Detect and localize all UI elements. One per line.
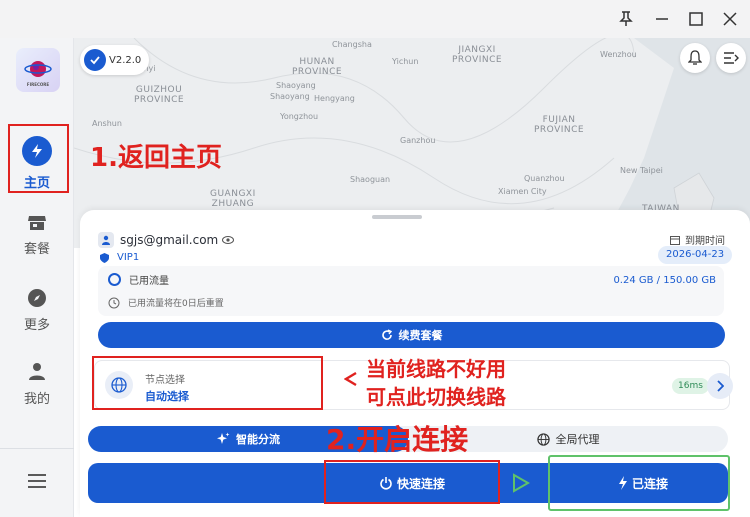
renew-plan-label: 续费套餐 <box>398 329 443 342</box>
play-arrow-icon <box>513 473 530 493</box>
refresh-icon <box>381 329 392 340</box>
reset-text: 已用流量将在0日后重置 <box>128 299 224 309</box>
app-logo: FIRECORE <box>16 48 60 92</box>
title-bar <box>0 0 750 38</box>
map-city-label: Anshun <box>92 119 122 128</box>
map-city-label: Hengyang <box>314 94 355 103</box>
check-icon <box>84 49 106 71</box>
sidebar-item-label: 套餐 <box>23 242 50 257</box>
map-region-label: HUNAN PROVINCE <box>292 57 343 77</box>
map-city-label: Xiamen City <box>498 187 547 196</box>
map-region-label: GUANGXI ZHUANG <box>210 189 256 209</box>
map-region-label: FUJIAN PROVINCE <box>534 115 585 135</box>
chevron-right-icon[interactable] <box>707 373 733 399</box>
traffic-row: 已用流量 <box>108 272 169 287</box>
expire-label-row: 到期时间 <box>670 232 725 247</box>
version-text: V2.2.0 <box>109 54 142 66</box>
annotation-box-connected <box>548 455 730 511</box>
map-city-label: Yichun <box>392 57 419 66</box>
map-city-label: Shaoguan <box>350 175 391 184</box>
notification-bell-icon[interactable] <box>680 43 710 73</box>
vip-level: VIP1 <box>117 252 140 263</box>
annotation-step1: 1.返回主页 <box>90 143 222 173</box>
planet-icon <box>24 61 52 77</box>
sidebar-item-more[interactable]: 更多 <box>0 288 74 333</box>
map-city-label: Changsha <box>332 40 372 49</box>
annotation-step2: 2.开启连接 <box>326 423 469 456</box>
sidebar-item-profile[interactable]: 我的 <box>0 362 74 407</box>
annotation-box-node <box>92 356 323 410</box>
hamburger-icon[interactable] <box>28 473 46 492</box>
sidebar-divider <box>0 448 74 449</box>
vip-row: VIP1 <box>100 252 139 263</box>
user-avatar-icon <box>98 232 114 248</box>
traffic-ring-icon <box>108 273 121 286</box>
panel-drag-handle[interactable] <box>372 215 422 219</box>
traffic-label: 已用流量 <box>129 276 169 287</box>
menu-list-icon[interactable] <box>716 43 746 73</box>
sidebar-item-label: 我的 <box>23 392 50 407</box>
eye-icon[interactable] <box>222 236 235 244</box>
map-city-label: Yongzhou <box>280 112 319 121</box>
map-city-label: Quanzhou <box>524 174 565 183</box>
person-icon <box>29 363 45 380</box>
traffic-box: 已用流量 0.24 GB / 150.00 GB 已用流量将在0日后重置 <box>98 266 724 316</box>
expire-label: 到期时间 <box>685 236 725 247</box>
map-city-label: Shaoyang <box>276 81 316 90</box>
shield-check-icon <box>100 252 109 263</box>
minimize-icon[interactable] <box>648 6 676 32</box>
calendar-icon <box>670 235 680 245</box>
sidebar-item-plans[interactable]: 套餐 <box>0 214 74 257</box>
map-city-label: Shaoyang <box>270 92 310 101</box>
clock-icon <box>108 297 120 308</box>
map-city-label: Wenzhou <box>600 50 637 59</box>
pin-icon[interactable] <box>612 6 640 32</box>
annotation-box-home <box>8 124 69 193</box>
annotation-box-quick-connect <box>324 460 500 504</box>
latency-badge: 16ms <box>672 378 709 394</box>
sidebar: FIRECORE 主页 套餐 更多 我的 <box>0 38 74 517</box>
global-proxy-label: 全局代理 <box>555 433 600 446</box>
expire-date-badge: 2026-04-23 <box>658 246 733 264</box>
account-email: sgjs@gmail.com <box>120 233 219 247</box>
annotation-arrow-icon <box>344 371 357 387</box>
annotation-tip-line2: 可点此切换线路 <box>366 385 506 409</box>
annotation-tip-line1: 当前线路不好用 <box>366 357 506 381</box>
reset-row: 已用流量将在0日后重置 <box>108 296 224 309</box>
map-city-label: Ganzhou <box>400 136 436 145</box>
maximize-icon[interactable] <box>682 6 710 32</box>
globe-icon <box>536 432 550 446</box>
smart-split-label: 智能分流 <box>236 433 280 446</box>
traffic-value: 0.24 GB / 150.00 GB <box>613 275 716 286</box>
map-region-label: JIANGXI PROVINCE <box>452 45 503 65</box>
sidebar-item-label: 更多 <box>23 318 50 333</box>
map-city-label: New Taipei <box>620 166 663 175</box>
renew-plan-button[interactable]: 续费套餐 <box>98 322 725 348</box>
compass-icon <box>28 289 46 307</box>
account-row: sgjs@gmail.com <box>98 232 235 248</box>
logo-text: FIRECORE <box>26 82 50 87</box>
sparkle-icon <box>217 432 230 444</box>
annotation-tip: 当前线路不好用 可点此切换线路 <box>366 355 506 411</box>
version-badge[interactable]: V2.2.0 <box>80 45 150 75</box>
close-icon[interactable] <box>716 6 744 32</box>
store-icon <box>28 216 46 230</box>
map-region-label: GUIZHOU PROVINCE <box>134 85 185 105</box>
